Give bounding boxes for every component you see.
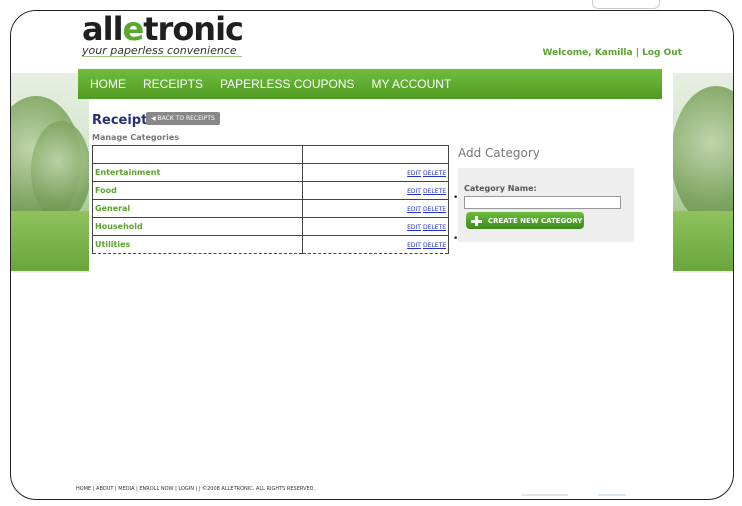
edit-link[interactable]: EDIT xyxy=(407,242,421,249)
table-row: Household EDIT DELETE xyxy=(92,217,449,236)
add-category-title: Add Category xyxy=(458,146,540,160)
category-name: Household xyxy=(92,217,303,236)
delete-link[interactable]: DELETE xyxy=(423,206,446,213)
top-right-tab xyxy=(592,0,660,9)
page-subtitle: Manage Categories xyxy=(92,133,180,142)
category-name-input[interactable] xyxy=(464,196,621,209)
edit-link[interactable]: EDIT xyxy=(407,170,421,177)
plus-icon xyxy=(470,215,482,227)
bullet-icon: • xyxy=(453,234,459,244)
tagline-divider xyxy=(82,56,242,57)
bullet-icon: • xyxy=(453,193,459,203)
category-name: Food xyxy=(92,181,303,200)
category-name: Entertainment xyxy=(92,163,303,182)
category-name: Utilities xyxy=(92,235,303,254)
brand-logo[interactable]: alletronic xyxy=(82,10,244,48)
logo-text-prefix: all xyxy=(82,10,124,48)
delete-link[interactable]: DELETE xyxy=(423,242,446,249)
welcome-logout-link[interactable]: Welcome, Kamilla | Log Out xyxy=(542,48,682,58)
delete-link[interactable]: DELETE xyxy=(423,224,446,231)
table-row: Utilities EDIT DELETE xyxy=(92,235,449,254)
nav-paperless-coupons[interactable]: PAPERLESS COUPONS xyxy=(220,77,354,91)
table-row: General EDIT DELETE xyxy=(92,199,449,218)
create-new-category-button[interactable]: CREATE NEW CATEGORY xyxy=(466,212,584,229)
footer-mark xyxy=(598,494,626,496)
delete-link[interactable]: DELETE xyxy=(423,188,446,195)
grass-left xyxy=(11,211,91,271)
table-header-row xyxy=(92,145,449,164)
categories-table: Entertainment EDIT DELETE Food EDIT DELETE… xyxy=(92,145,449,254)
edit-link[interactable]: EDIT xyxy=(407,224,421,231)
logo-text-suffix: tronic xyxy=(143,10,244,48)
main-nav: HOME RECEIPTS PAPERLESS COUPONS MY ACCOU… xyxy=(78,69,662,99)
category-name-label: Category Name: xyxy=(464,184,537,193)
create-button-label: CREATE NEW CATEGORY xyxy=(488,216,583,225)
grass-right xyxy=(673,211,733,271)
logo-text-middle: e xyxy=(122,10,145,48)
category-name: General xyxy=(92,199,303,218)
footer-links[interactable]: HOME | ABOUT | MEDIA | ENROLL NOW | LOGI… xyxy=(76,486,315,492)
nav-receipts[interactable]: RECEIPTS xyxy=(143,77,203,91)
back-to-receipts-button[interactable]: ◀ BACK TO RECEIPTS xyxy=(146,112,220,125)
edit-link[interactable]: EDIT xyxy=(407,206,421,213)
nav-home[interactable]: HOME xyxy=(90,77,126,91)
table-row: Food EDIT DELETE xyxy=(92,181,449,200)
delete-link[interactable]: DELETE xyxy=(423,170,446,177)
nav-my-account[interactable]: MY ACCOUNT xyxy=(372,77,452,91)
table-row: Entertainment EDIT DELETE xyxy=(92,163,449,182)
edit-link[interactable]: EDIT xyxy=(407,188,421,195)
footer-mark xyxy=(522,494,568,496)
tree-left-small xyxy=(31,121,91,221)
